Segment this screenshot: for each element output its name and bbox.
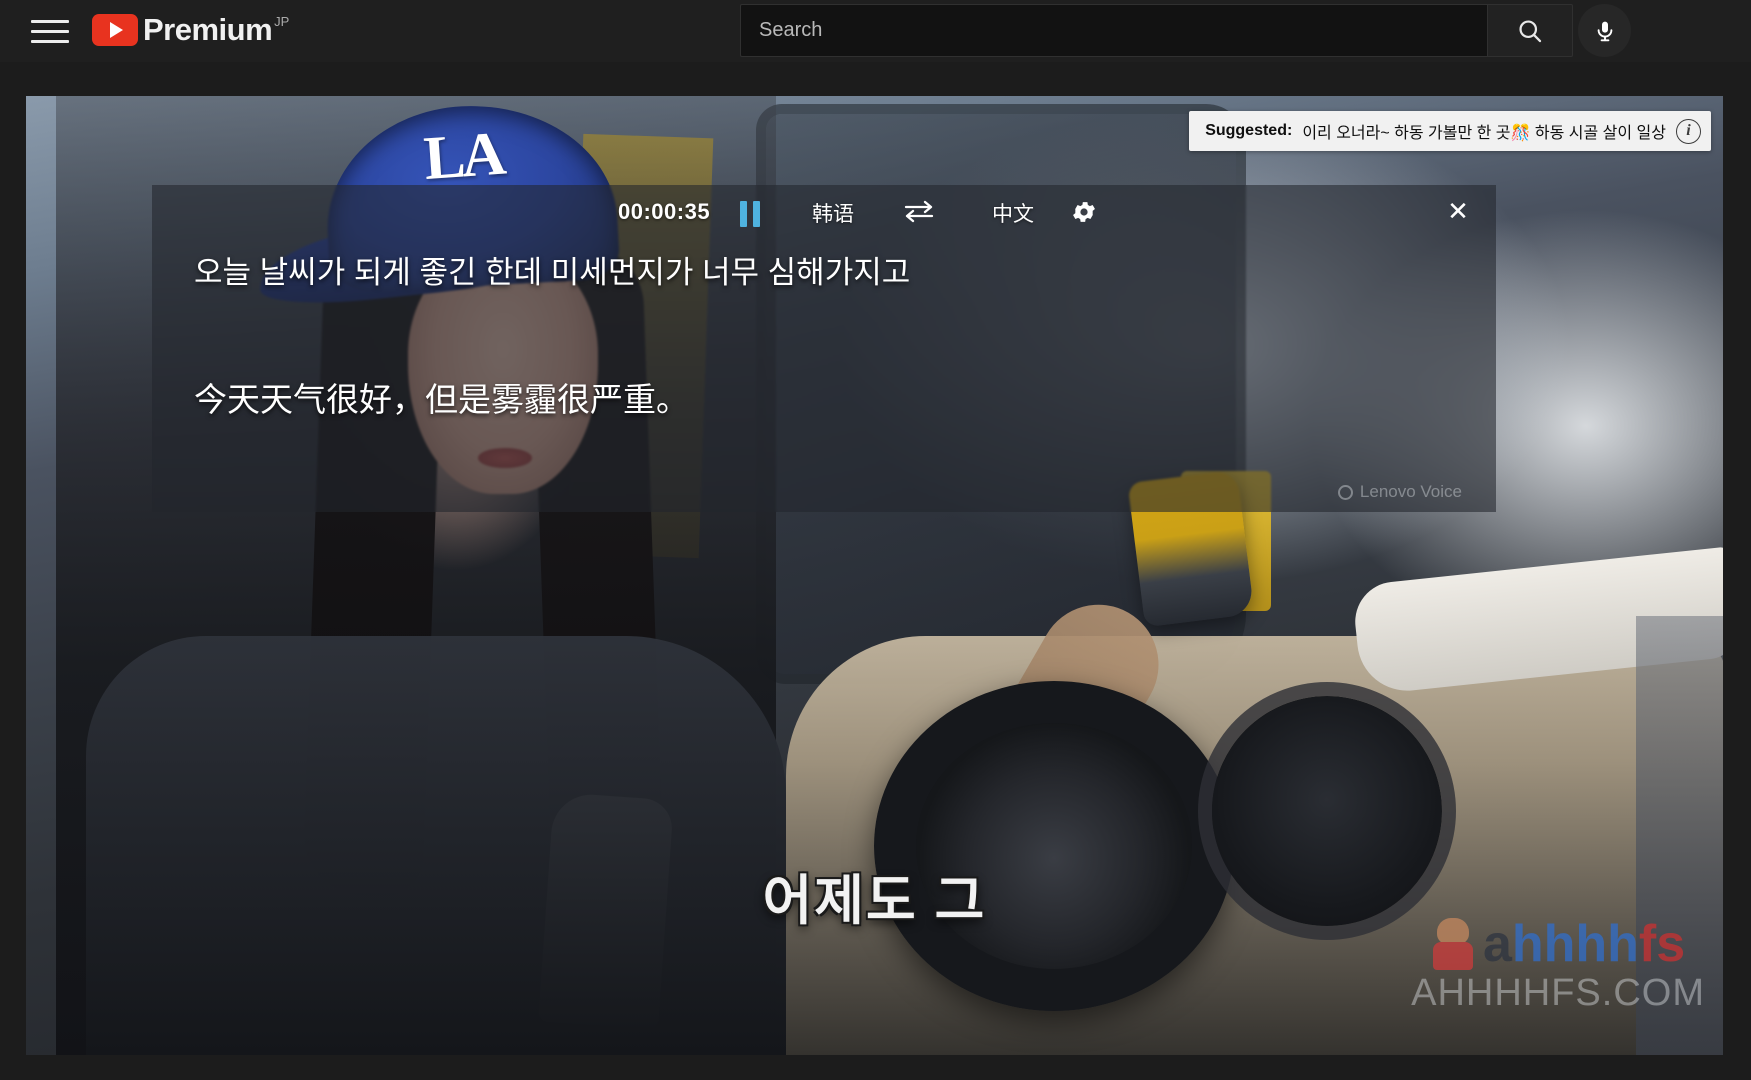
hamburger-line xyxy=(31,29,69,33)
suggested-banner[interactable]: Suggested: 이리 오너라~ 하동 가볼만 한 곳🎊 하동 시골 살이 … xyxy=(1189,111,1711,151)
subtitle-target-text: 今天天气很好，但是雾霾很严重。 xyxy=(194,381,689,419)
pause-icon[interactable] xyxy=(740,201,766,227)
logo-wordmark: Premium xyxy=(143,12,273,47)
browser-top-bar: Premium JP xyxy=(0,0,1751,62)
search-input[interactable] xyxy=(759,19,1487,42)
burned-in-subtitle: 어제도 그 xyxy=(762,871,987,931)
steering-wheel xyxy=(874,681,1234,1011)
search-bar xyxy=(740,4,1573,57)
translation-body: 오늘 날씨가 되게 좋긴 한데 미세먼지가 너무 심해가지고 今天天气很好，但是… xyxy=(152,237,1496,512)
subject-jacket xyxy=(86,636,786,1055)
close-icon[interactable]: ✕ xyxy=(1444,197,1472,225)
lenovo-voice-label: Lenovo Voice xyxy=(1359,482,1462,501)
youtube-premium-logo[interactable]: Premium JP xyxy=(92,10,289,52)
video-player-stage[interactable]: LA Suggested: 이리 오너라~ 하동 가볼만 한 곳🎊 하동 시골 … xyxy=(26,96,1723,1055)
hamburger-line xyxy=(31,39,69,43)
youtube-play-icon xyxy=(92,14,138,46)
gear-icon[interactable] xyxy=(1070,198,1098,231)
translation-overlay-panel[interactable]: 00:00:35 韩语 中文 ✕ 오늘 날씨가 되게 좋긴 한데 미세먼지가 너… xyxy=(152,185,1496,512)
youtube-premium-window: Premium JP Search LA Suggested: 이리 오너라~ … xyxy=(0,0,1751,1080)
voice-search-button[interactable] xyxy=(1578,4,1631,57)
pause-bar xyxy=(740,201,747,227)
search-button[interactable] xyxy=(1487,4,1573,57)
swap-arrows-icon[interactable] xyxy=(902,199,936,228)
hamburger-line xyxy=(31,19,69,23)
suggested-title: 이리 오너라~ 하동 가볼만 한 곳🎊 하동 시골 살이 일상 xyxy=(1302,125,1666,142)
logo-country-code: JP xyxy=(274,14,290,29)
target-language-selector[interactable]: 中文 xyxy=(992,198,1034,228)
lenovo-logo-icon xyxy=(1337,484,1353,500)
pause-bar xyxy=(753,201,760,227)
subtitle-source-text: 오늘 날씨가 되게 좋긴 한데 미세먼지가 너무 심해가지고 xyxy=(194,255,911,290)
info-icon[interactable]: i xyxy=(1676,118,1701,144)
source-language-selector[interactable]: 韩语 xyxy=(812,198,854,228)
lenovo-voice-watermark: Lenovo Voice xyxy=(1337,482,1462,502)
search-input-wrapper[interactable] xyxy=(740,4,1487,57)
car-door-panel xyxy=(1636,616,1723,1055)
microphone-icon xyxy=(1597,21,1612,41)
suggested-label: Suggested: xyxy=(1205,122,1293,139)
hamburger-icon[interactable] xyxy=(31,16,69,46)
playback-timestamp: 00:00:35 xyxy=(618,199,711,224)
play-triangle xyxy=(110,22,123,38)
search-icon xyxy=(1519,19,1542,42)
cap-la-logo: LA xyxy=(421,119,505,194)
translation-toolbar: 00:00:35 韩语 中文 ✕ xyxy=(152,185,1496,237)
